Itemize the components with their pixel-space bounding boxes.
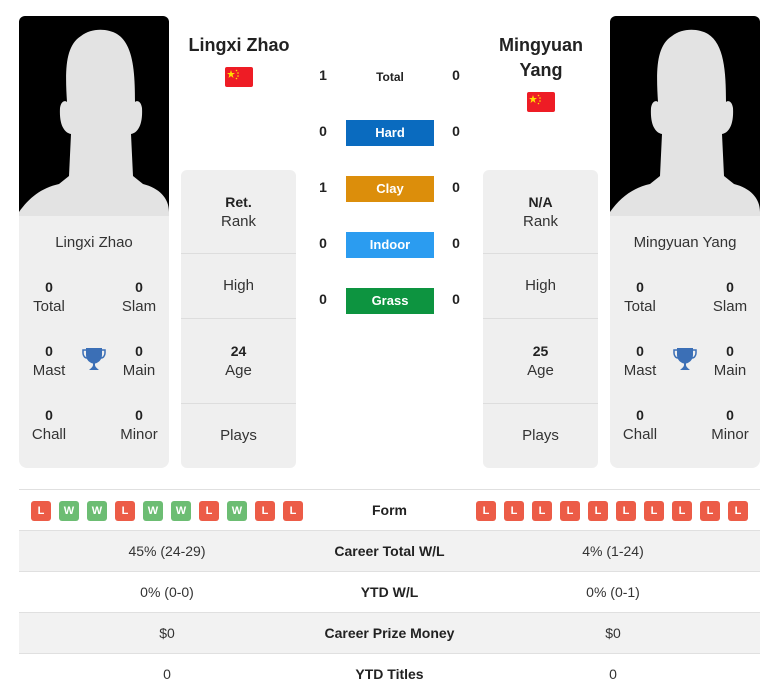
h2h-row-indoor: 0 Indoor 0 bbox=[300, 232, 480, 258]
titles-chall: 0 Chall bbox=[622, 407, 658, 443]
china-flag-icon bbox=[225, 67, 253, 87]
player-photo-right bbox=[610, 16, 760, 216]
form-win-badge[interactable]: W bbox=[227, 501, 247, 521]
titles-mast: 0 Mast bbox=[32, 343, 66, 379]
plays-cell: Plays bbox=[220, 427, 257, 444]
h2h-row-hard: 0 Hard 0 bbox=[300, 120, 480, 146]
form-loss-badge[interactable]: L bbox=[476, 501, 496, 521]
form-win-badge[interactable]: W bbox=[171, 501, 191, 521]
h2h-row-total: 1 Total 0 bbox=[319, 67, 460, 84]
player-card-name[interactable]: Mingyuan Yang bbox=[610, 234, 760, 251]
form-loss-badge[interactable]: L bbox=[616, 501, 636, 521]
high-cell: High bbox=[181, 254, 296, 319]
comparison-table: LWWLWWLWLL Form LLLLLLLLLL 45% (24-29) C… bbox=[19, 489, 760, 694]
surface-grass-badge[interactable]: Grass bbox=[346, 288, 434, 314]
plays-cell: Plays bbox=[522, 427, 559, 444]
form-win-badge[interactable]: W bbox=[143, 501, 163, 521]
form-loss-badge[interactable]: L bbox=[115, 501, 135, 521]
trophy-icon bbox=[673, 348, 697, 370]
titles-total: 0 Total bbox=[33, 279, 65, 315]
form-loss-badge[interactable]: L bbox=[199, 501, 219, 521]
form-win-badge[interactable]: W bbox=[87, 501, 107, 521]
player-info-right: N/A Rank High 25 Age Plays bbox=[483, 170, 598, 468]
player-photo-left bbox=[19, 16, 169, 216]
h2h-row-grass: 0 Grass 0 bbox=[300, 288, 480, 314]
china-flag-icon bbox=[527, 92, 555, 112]
surface-clay-badge[interactable]: Clay bbox=[346, 176, 434, 202]
surface-hard-badge[interactable]: Hard bbox=[346, 120, 434, 146]
ytd-titles-row: 0 YTD Titles 0 bbox=[19, 653, 760, 694]
titles-slam: 0 Slam bbox=[121, 279, 157, 315]
form-loss-badge[interactable]: L bbox=[644, 501, 664, 521]
rank-cell: Ret. Rank bbox=[181, 170, 296, 254]
form-loss-badge[interactable]: L bbox=[588, 501, 608, 521]
form-right: LLLLLLLLLL bbox=[476, 501, 748, 521]
form-loss-badge[interactable]: L bbox=[728, 501, 748, 521]
rank-cell: N/A Rank bbox=[483, 170, 598, 254]
silhouette-icon bbox=[19, 29, 169, 216]
high-cell: High bbox=[483, 254, 598, 319]
form-left: LWWLWWLWLL bbox=[31, 501, 303, 521]
form-loss-badge[interactable]: L bbox=[672, 501, 692, 521]
form-loss-badge[interactable]: L bbox=[504, 501, 524, 521]
silhouette-icon bbox=[610, 29, 760, 216]
titles-minor: 0 Minor bbox=[120, 407, 158, 443]
form-loss-badge[interactable]: L bbox=[700, 501, 720, 521]
surface-indoor-badge[interactable]: Indoor bbox=[346, 232, 434, 258]
player-card-left: Lingxi Zhao 0 Total 0 Slam 0 Mast 0 Main… bbox=[19, 216, 169, 468]
h2h-row-clay: 1 Clay 0 bbox=[300, 176, 480, 202]
form-row: LWWLWWLWLL Form LLLLLLLLLL bbox=[19, 489, 760, 530]
form-loss-badge[interactable]: L bbox=[31, 501, 51, 521]
player-name-right[interactable]: Mingyuan Yang bbox=[474, 33, 608, 83]
player-info-left: Ret. Rank High 24 Age Plays bbox=[181, 170, 296, 468]
player-card-right: Mingyuan Yang 0 Total 0 Slam 0 Mast 0 Ma… bbox=[610, 216, 760, 468]
titles-mast: 0 Mast bbox=[623, 343, 657, 379]
age-cell: 24 Age bbox=[181, 319, 296, 404]
trophy-icon bbox=[82, 348, 106, 370]
titles-slam: 0 Slam bbox=[712, 279, 748, 315]
form-loss-badge[interactable]: L bbox=[255, 501, 275, 521]
form-win-badge[interactable]: W bbox=[59, 501, 79, 521]
ytd-wl-row: 0% (0-0) YTD W/L 0% (0-1) bbox=[19, 571, 760, 612]
titles-total: 0 Total bbox=[624, 279, 656, 315]
form-loss-badge[interactable]: L bbox=[532, 501, 552, 521]
career-total-wl-row: 45% (24-29) Career Total W/L 4% (1-24) bbox=[19, 530, 760, 571]
titles-main: 0 Main bbox=[122, 343, 156, 379]
titles-chall: 0 Chall bbox=[31, 407, 67, 443]
player-name-left[interactable]: Lingxi Zhao bbox=[172, 33, 306, 58]
form-loss-badge[interactable]: L bbox=[560, 501, 580, 521]
age-cell: 25 Age bbox=[483, 319, 598, 404]
career-prize-money-row: $0 Career Prize Money $0 bbox=[19, 612, 760, 653]
titles-main: 0 Main bbox=[713, 343, 747, 379]
player-card-name[interactable]: Lingxi Zhao bbox=[19, 234, 169, 251]
titles-minor: 0 Minor bbox=[711, 407, 749, 443]
